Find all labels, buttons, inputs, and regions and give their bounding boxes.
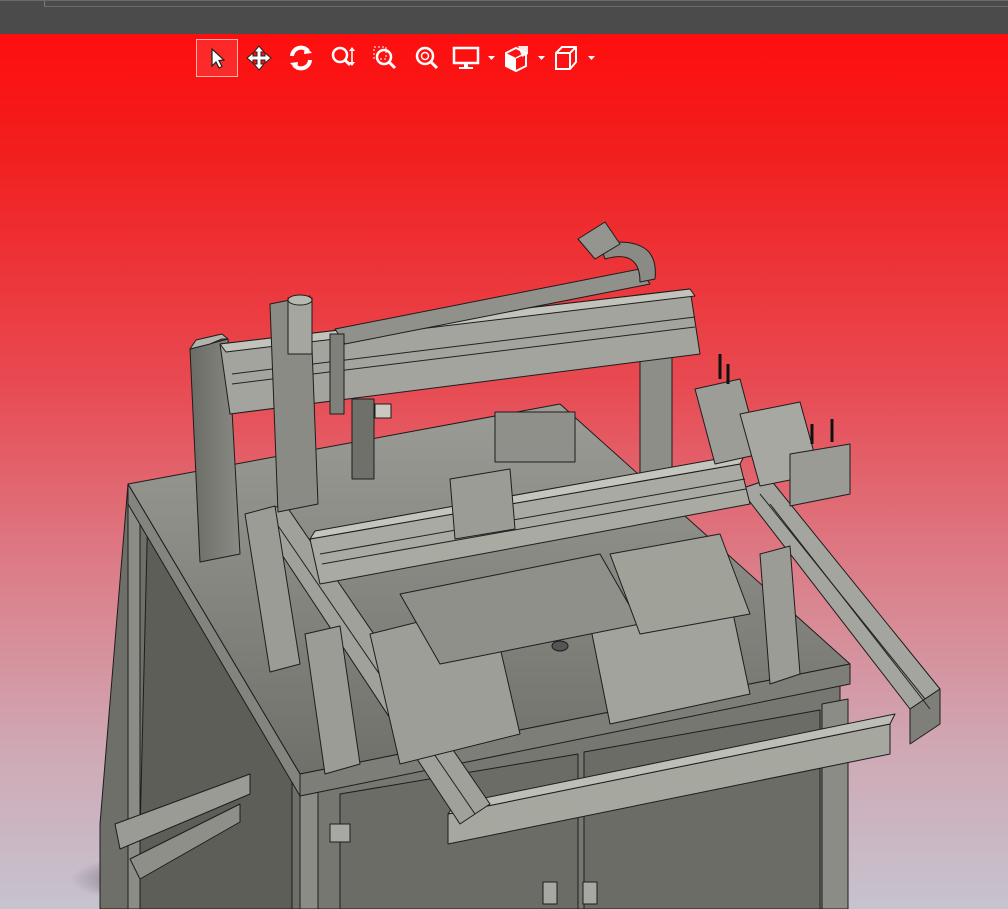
zoom-to-area-icon xyxy=(373,46,397,70)
display-style-dropdown[interactable] xyxy=(484,39,498,77)
section-view-icon xyxy=(505,46,528,72)
zoom-in-out-icon xyxy=(331,46,355,67)
title-bar xyxy=(0,0,1008,35)
title-bar-edge xyxy=(44,6,1008,7)
zoom-to-fit-icon xyxy=(415,46,439,70)
rotate-view-button[interactable] xyxy=(280,39,322,77)
pan-button[interactable] xyxy=(238,39,280,77)
view-orientation-dropdown[interactable] xyxy=(584,39,598,77)
cursor-arrow-icon xyxy=(211,47,226,69)
display-monitor-icon xyxy=(452,46,480,69)
zoom-to-area-button[interactable] xyxy=(364,39,406,77)
chevron-down-icon xyxy=(587,56,595,60)
select-button[interactable] xyxy=(196,39,238,77)
cad-model-machine[interactable] xyxy=(0,34,1008,909)
move-arrows-icon xyxy=(246,45,272,71)
zoom-in-out-button[interactable] xyxy=(322,39,364,77)
section-view-dropdown[interactable] xyxy=(534,39,548,77)
rotate-view-icon xyxy=(290,45,312,71)
chevron-down-icon xyxy=(487,56,495,60)
tab-divider xyxy=(0,1,45,7)
zoom-to-fit-button[interactable] xyxy=(406,39,448,77)
section-view-button[interactable] xyxy=(498,39,534,77)
chevron-down-icon xyxy=(537,56,545,60)
cube-orientation-icon xyxy=(555,46,577,70)
view-orientation-button[interactable] xyxy=(548,39,584,77)
display-style-button[interactable] xyxy=(448,39,484,77)
heads-up-view-toolbar xyxy=(196,38,598,78)
